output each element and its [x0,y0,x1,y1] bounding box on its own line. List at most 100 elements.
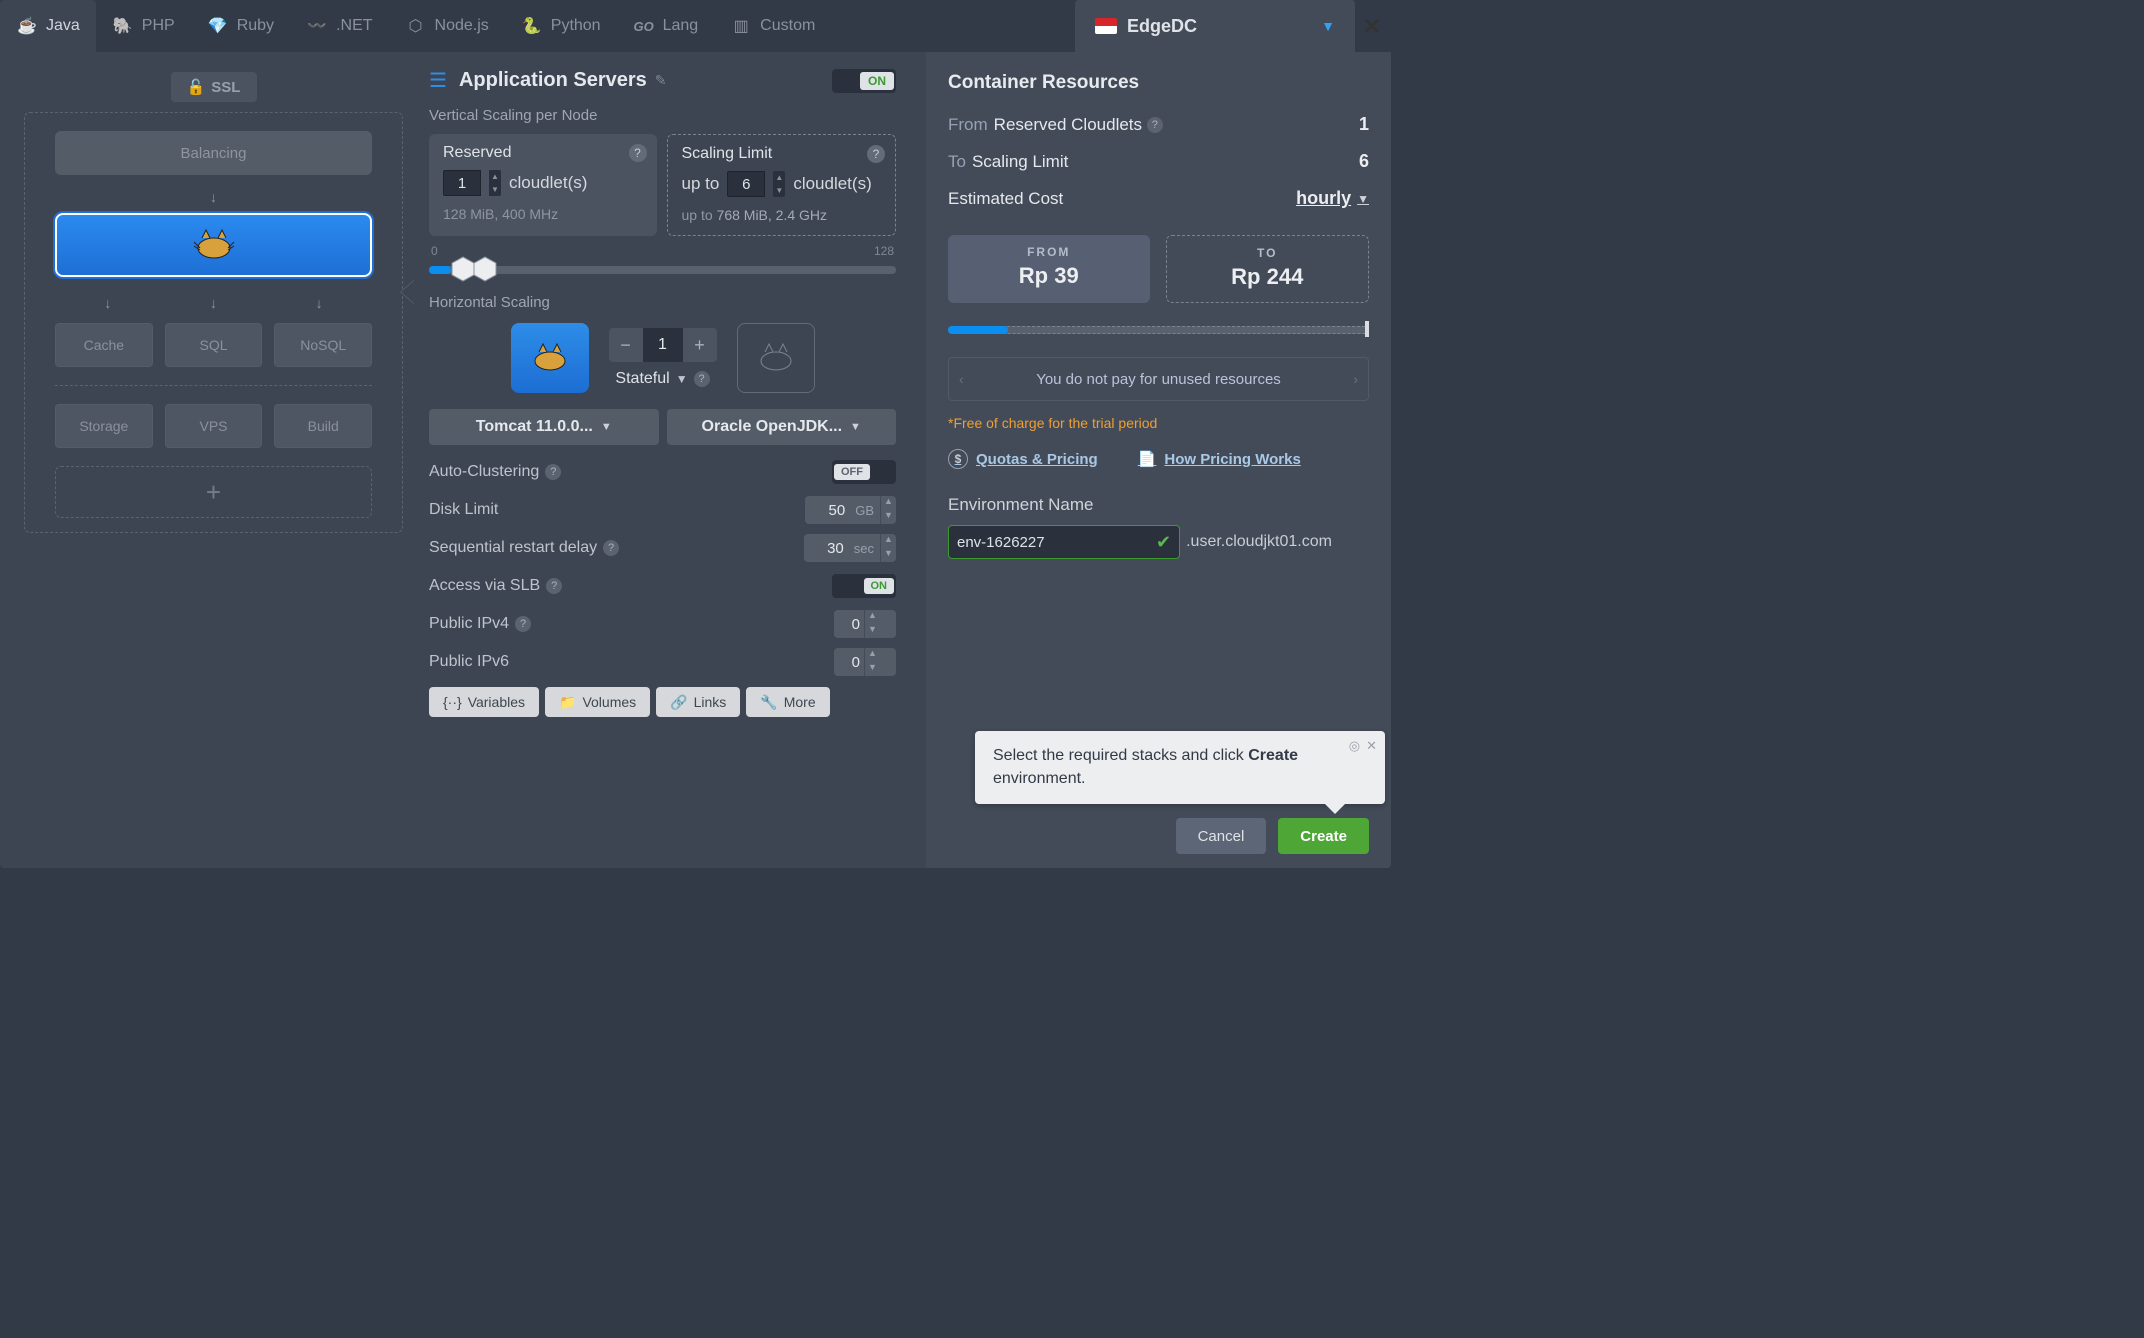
tab-java[interactable]: ☕ Java [0,0,96,52]
ipv6-input[interactable]: ▲▼ [834,648,896,676]
help-icon[interactable]: ? [546,578,562,594]
build-block[interactable]: Build [274,404,372,448]
how-pricing-link[interactable]: 📄 How Pricing Works [1138,450,1301,468]
node-count: 1 [643,328,683,362]
more-button[interactable]: 🔧More [746,687,829,717]
vps-block[interactable]: VPS [165,404,263,448]
target-icon[interactable]: ◎ [1349,737,1360,755]
slider-handle-reserved[interactable] [451,256,475,282]
to-label: To [948,152,966,172]
tab-ruby[interactable]: 💎 Ruby [191,0,290,52]
disk-limit-input[interactable]: GB▲▼ [805,496,896,524]
create-button[interactable]: Create [1278,818,1369,854]
check-icon: ✔ [1156,532,1171,553]
region-selector[interactable]: EdgeDC ▼ [1075,0,1355,52]
panel-title: Application Servers [459,69,647,92]
help-icon[interactable]: ? [1147,117,1163,133]
help-icon[interactable]: ? [867,145,885,163]
add-layer-button[interactable]: + [55,466,372,518]
cloudlet-slider[interactable] [429,262,896,276]
env-name-input[interactable] [957,534,1156,551]
volumes-button[interactable]: 📁Volumes [545,687,650,717]
dollar-icon: $ [948,449,968,469]
disk-limit-label: Disk Limit [429,501,498,519]
balancing-label: Balancing [181,145,247,162]
arrow-down-icon: ↓ [316,295,323,311]
env-name-label: Environment Name [948,495,1369,515]
arrow-down-icon: ↓ [104,295,111,311]
variables-button[interactable]: {··}Variables [429,687,539,717]
menu-icon[interactable]: ☰ [429,68,447,93]
close-icon[interactable]: ✕ [1363,14,1381,40]
storage-block[interactable]: Storage [55,404,153,448]
help-icon[interactable]: ? [545,464,561,480]
chevron-left-icon[interactable]: ‹ [959,371,964,387]
help-icon[interactable]: ? [694,371,710,387]
jdk-select[interactable]: Oracle OpenJDK... ▼ [667,409,897,445]
language-tabs: ☕ Java 🐘 PHP 💎 Ruby 〰️ .NET ⬡ Node.js 🐍 … [0,0,1391,52]
horizontal-scaling-label: Horizontal Scaling [429,294,896,311]
chevron-right-icon[interactable]: › [1353,371,1358,387]
resources-title: Container Resources [948,72,1369,94]
python-icon: 🐍 [521,17,543,35]
link-icon: 🔗 [670,694,687,711]
unit-label: cloudlet(s) [509,173,587,193]
close-icon[interactable]: ✕ [1366,737,1377,755]
flag-icon [1095,18,1117,34]
limit-input[interactable] [727,171,765,197]
topology-panel: 🔓 SSL Balancing ↓ ↓ ↓ ↓ [0,52,415,868]
tab-label: Lang [663,17,699,35]
tab-node[interactable]: ⬡ Node.js [389,0,505,52]
to-value: 6 [1359,151,1369,172]
unit-label: cloudlet(s) [793,174,871,194]
chevron-down-icon: ▼ [1321,18,1335,34]
auto-clustering-toggle[interactable]: OFF [832,460,896,484]
slider-handle-limit[interactable] [473,256,497,282]
tab-python[interactable]: 🐍 Python [505,0,617,52]
help-icon[interactable]: ? [603,540,619,556]
ipv4-input[interactable]: ▲▼ [834,610,896,638]
decrement-button[interactable]: − [609,328,643,362]
tomcat-icon [192,228,236,262]
help-icon[interactable]: ? [515,616,531,632]
stepper-buttons[interactable]: ▲▼ [489,170,501,196]
stack-select[interactable]: Tomcat 11.0.0... ▼ [429,409,659,445]
sql-block[interactable]: SQL [165,323,263,367]
cache-block[interactable]: Cache [55,323,153,367]
cancel-button[interactable]: Cancel [1176,818,1267,854]
tab-label: Ruby [237,17,274,35]
info-text: You do not pay for unused resources [1036,371,1281,388]
help-icon[interactable]: ? [629,144,647,162]
app-server-toggle[interactable]: ON [832,69,896,93]
restart-delay-input[interactable]: sec▲▼ [804,534,896,562]
cost-period-select[interactable]: hourly [1296,188,1351,209]
slb-toggle[interactable]: ON [832,574,896,598]
tab-go[interactable]: GO Lang [617,0,715,52]
increment-button[interactable]: + [683,328,717,362]
tab-php[interactable]: 🐘 PHP [96,0,191,52]
tab-label: PHP [142,17,175,35]
tab-custom[interactable]: ▥ Custom [714,0,831,52]
reserved-input[interactable] [443,170,481,196]
vertical-scaling-label: Vertical Scaling per Node [429,107,896,124]
wrench-icon: 🔧 [760,694,777,711]
balancing-block[interactable]: Balancing [55,131,372,175]
tab-dotnet[interactable]: 〰️ .NET [290,0,388,52]
tab-label: Node.js [435,17,489,35]
nosql-block[interactable]: NoSQL [274,323,372,367]
java-icon: ☕ [16,17,38,35]
stepper-buttons[interactable]: ▲▼ [773,171,785,197]
restart-delay-label: Sequential restart delay? [429,539,619,557]
quotas-link[interactable]: $ Quotas & Pricing [948,449,1098,469]
node-count-stepper[interactable]: − 1 + [609,328,717,362]
edit-icon[interactable]: ✎ [655,72,667,89]
ssl-toggle[interactable]: 🔓 SSL [171,72,257,102]
domain-suffix: .user.cloudjkt01.com [1186,533,1332,551]
app-server-node[interactable] [55,213,372,277]
scaling-mode-select[interactable]: Stateful ▼ ? [615,370,709,388]
links-button[interactable]: 🔗Links [656,687,740,717]
from-value: 1 [1359,114,1369,135]
ipv4-label: Public IPv4? [429,615,531,633]
slb-label: Access via SLB? [429,577,562,595]
info-pager[interactable]: ‹ You do not pay for unused resources › [948,357,1369,401]
